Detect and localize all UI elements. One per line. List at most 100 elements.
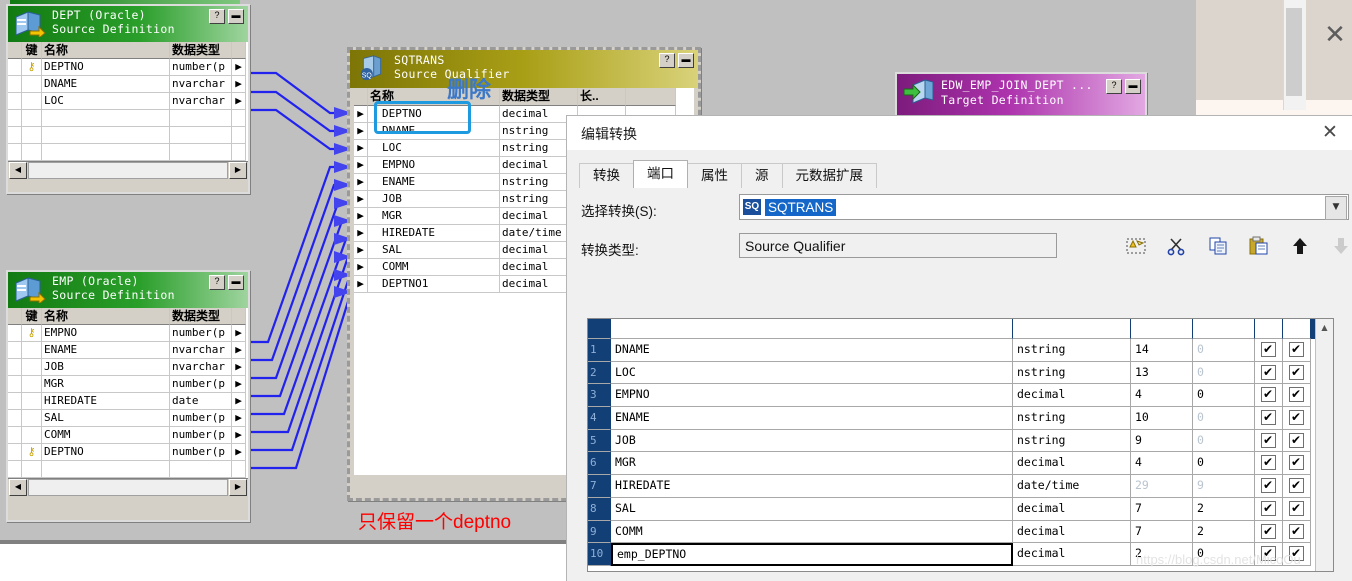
target-title-bar[interactable]: EDW_EMP_JOIN_DEPT ... Target Definition … [897,74,1145,116]
select-transformation-dropdown[interactable]: SQ SQTRANS ▼ [739,194,1349,220]
tab-transformation[interactable]: 转换 [579,163,634,188]
sq-port-arrow-icon[interactable]: ▶ [354,174,368,191]
tab-sources[interactable]: 源 [741,163,783,188]
table-row[interactable]: DNAME nvarchar ▶ [8,76,248,93]
port-scale-cell[interactable]: 0 [1193,429,1255,453]
table-row[interactable]: ENAME nvarchar ▶ [8,342,248,359]
port-datatype-cell[interactable]: nstring [1013,429,1131,453]
emp-port-arrow-icon[interactable]: ▶ [232,376,246,393]
table-row[interactable]: 1 DNAME nstring 14 0 [588,339,1333,362]
port-name-cell[interactable]: DNAME [611,339,1013,362]
sq-port-arrow-icon[interactable]: ▶ [354,225,368,242]
port-datatype-cell[interactable]: nstring [1013,407,1131,430]
port-datatype-cell[interactable]: decimal [1013,452,1131,476]
port-output-checkbox[interactable] [1283,407,1311,430]
sq-port-arrow-icon[interactable]: ▶ [354,208,368,225]
port-precision-cell[interactable]: 29 [1131,475,1193,498]
port-name-cell[interactable]: HIREDATE [611,475,1013,498]
port-datatype-cell[interactable]: nstring [1013,339,1131,362]
port-scale-cell[interactable]: 9 [1193,475,1255,498]
emp-port-arrow-icon[interactable]: ▶ [232,325,246,342]
port-output-checkbox[interactable] [1283,475,1311,498]
port-scale-cell[interactable]: 0 [1193,407,1255,430]
port-name-cell[interactable]: COMM [611,520,1013,544]
dialog-title-bar[interactable]: 编辑转换 ✕ [567,116,1352,150]
sq-port-arrow-icon[interactable]: ▶ [354,191,368,208]
port-name-cell[interactable]: LOC [611,361,1013,385]
tab-metadata-extensions[interactable]: 元数据扩展 [781,163,877,188]
port-precision-cell[interactable]: 14 [1131,339,1193,362]
table-row[interactable]: ⚷ DEPTNO number(p ▶ [8,59,248,76]
port-scale-cell[interactable]: 0 [1193,361,1255,385]
emp-scroll-left-icon[interactable]: ◀ [9,479,27,496]
sq-port-arrow-icon[interactable]: ▶ [354,140,368,157]
port-scale-cell[interactable]: 2 [1193,497,1255,521]
dept-port-arrow-icon[interactable]: ▶ [232,93,246,110]
port-name-cell[interactable]: JOB [611,429,1013,453]
port-datatype-cell[interactable]: date/time [1013,475,1131,498]
port-input-checkbox[interactable] [1255,497,1283,521]
emp-port-arrow-icon[interactable]: ▶ [232,393,246,410]
port-precision-cell[interactable]: 9 [1131,429,1193,453]
emp-title-bar[interactable]: EMP (Oracle) Source Definition ? ▬ [8,272,248,308]
port-scale-cell[interactable]: 0 [1193,384,1255,408]
port-output-checkbox[interactable] [1283,384,1311,408]
port-precision-cell[interactable]: 4 [1131,452,1193,476]
port-name-cell[interactable]: EMPNO [611,384,1013,408]
table-row[interactable]: 3 EMPNO decimal 4 0 [588,384,1333,408]
port-input-checkbox[interactable] [1255,384,1283,408]
port-precision-cell[interactable]: 7 [1131,520,1193,544]
port-datatype-cell[interactable]: decimal [1013,384,1131,408]
port-precision-cell[interactable]: 13 [1131,361,1193,385]
sqtrans-minimize-button[interactable]: ▬ [678,53,694,68]
sqtrans-title-bar[interactable]: SQ SQTRANS Source Qualifier ? ▬ [350,50,698,88]
table-row[interactable]: SAL number(p ▶ [8,410,248,427]
sqtrans-help-button[interactable]: ? [659,53,675,68]
scroll-up-icon[interactable]: ▲ [1316,319,1333,336]
table-row[interactable]: 9 COMM decimal 7 2 [588,520,1333,544]
target-minimize-button[interactable]: ▬ [1125,79,1141,94]
port-input-checkbox[interactable] [1255,429,1283,453]
table-row[interactable]: JOB nvarchar ▶ [8,359,248,376]
sq-port-arrow-icon[interactable]: ▶ [354,123,368,140]
dept-minimize-button[interactable]: ▬ [228,9,244,24]
port-precision-cell[interactable]: 4 [1131,384,1193,408]
port-output-checkbox[interactable] [1283,339,1311,362]
dialog-tabs[interactable]: 转换 端口 属性 源 元数据扩展 [579,160,877,188]
emp-port-arrow-icon[interactable]: ▶ [232,342,246,359]
emp-port-arrow-icon[interactable]: ▶ [232,427,246,444]
emp-help-button[interactable]: ? [209,275,225,290]
port-input-checkbox[interactable] [1255,520,1283,544]
chevron-down-icon[interactable]: ▼ [1325,196,1347,220]
port-datatype-cell[interactable]: decimal [1013,497,1131,521]
target-help-button[interactable]: ? [1106,79,1122,94]
port-datatype-cell[interactable]: decimal [1013,543,1131,566]
move-down-button[interactable] [1320,232,1352,260]
emp-port-arrow-icon[interactable]: ▶ [232,444,246,461]
dept-help-button[interactable]: ? [209,9,225,24]
emp-window-buttons[interactable]: ? ▬ [209,275,244,290]
dept-grid[interactable]: 键 名称 数据类型 ⚷ DEPTNO number(p ▶ DNAME nvar… [8,42,248,161]
ports-toolbar[interactable] [1115,232,1352,260]
target-window-buttons[interactable]: ? ▬ [1106,79,1141,94]
table-row[interactable]: LOC nvarchar ▶ [8,93,248,110]
port-output-checkbox[interactable] [1283,520,1311,544]
table-row[interactable]: HIREDATE date ▶ [8,393,248,410]
emp-minimize-button[interactable]: ▬ [228,275,244,290]
table-row[interactable]: COMM number(p ▶ [8,427,248,444]
table-row[interactable]: 2 LOC nstring 13 0 [588,361,1333,385]
emp-scroll-track[interactable] [28,479,228,496]
port-input-checkbox[interactable] [1255,407,1283,430]
sqtrans-window-buttons[interactable]: ? ▬ [659,53,694,68]
port-precision-cell[interactable]: 10 [1131,407,1193,430]
port-scale-cell[interactable]: 0 [1193,339,1255,362]
port-input-checkbox[interactable] [1255,361,1283,385]
port-output-checkbox[interactable] [1283,361,1311,385]
table-row[interactable]: ⚷ DEPTNO number(p ▶ [8,444,248,461]
dialog-edit-transformation[interactable]: 编辑转换 ✕ 转换 端口 属性 源 元数据扩展 选择转换(S): SQ SQTR… [566,115,1352,581]
dept-window-buttons[interactable]: ? ▬ [209,9,244,24]
dept-horizontal-scrollbar[interactable]: ◀ ▶ [8,161,248,179]
table-row[interactable]: 8 SAL decimal 7 2 [588,497,1333,521]
ports-vertical-scrollbar[interactable]: ▲ [1315,319,1333,571]
sq-port-arrow-icon[interactable]: ▶ [354,259,368,276]
